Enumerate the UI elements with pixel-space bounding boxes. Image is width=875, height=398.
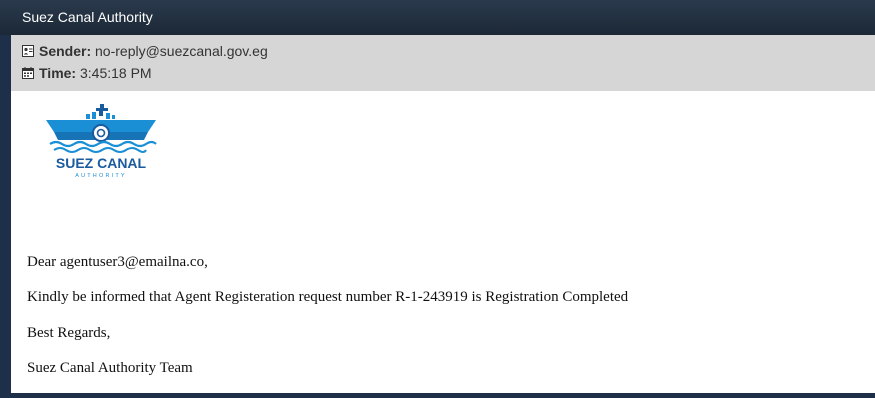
calendar-icon [22, 67, 34, 79]
email-window: Suez Canal Authority Sender: no-reply@su… [0, 0, 875, 398]
suez-canal-logo: SUEZ CANAL AUTHORITY [46, 104, 157, 179]
logo-title: SUEZ CANAL [56, 155, 147, 171]
signature-text: Suez Canal Authority Team [27, 360, 193, 376]
time-label: Time: [39, 65, 77, 81]
closing-text: Best Regards, [27, 325, 111, 341]
time-value: 3:45:18 PM [79, 65, 152, 81]
greeting-text: Dear agentuser3@emailna.co, [27, 254, 208, 270]
time-row: Time: 3:45:18 PM [22, 63, 152, 83]
logo-subtitle: AUTHORITY [75, 173, 127, 179]
sender-row: Sender: no-reply@suezcanal.gov.eg [22, 41, 268, 61]
window-title: Suez Canal Authority [0, 0, 875, 35]
sender-label: Sender: [39, 43, 92, 59]
email-header: Sender: no-reply@suezcanal.gov.eg Time: … [11, 35, 875, 91]
sender-value: no-reply@suezcanal.gov.eg [95, 43, 268, 59]
email-panel: Sender: no-reply@suezcanal.gov.eg Time: … [11, 35, 875, 393]
contact-card-icon [22, 45, 34, 57]
window-bottom-border [0, 393, 875, 398]
message-text: Kindly be informed that Agent Registerat… [27, 289, 629, 305]
